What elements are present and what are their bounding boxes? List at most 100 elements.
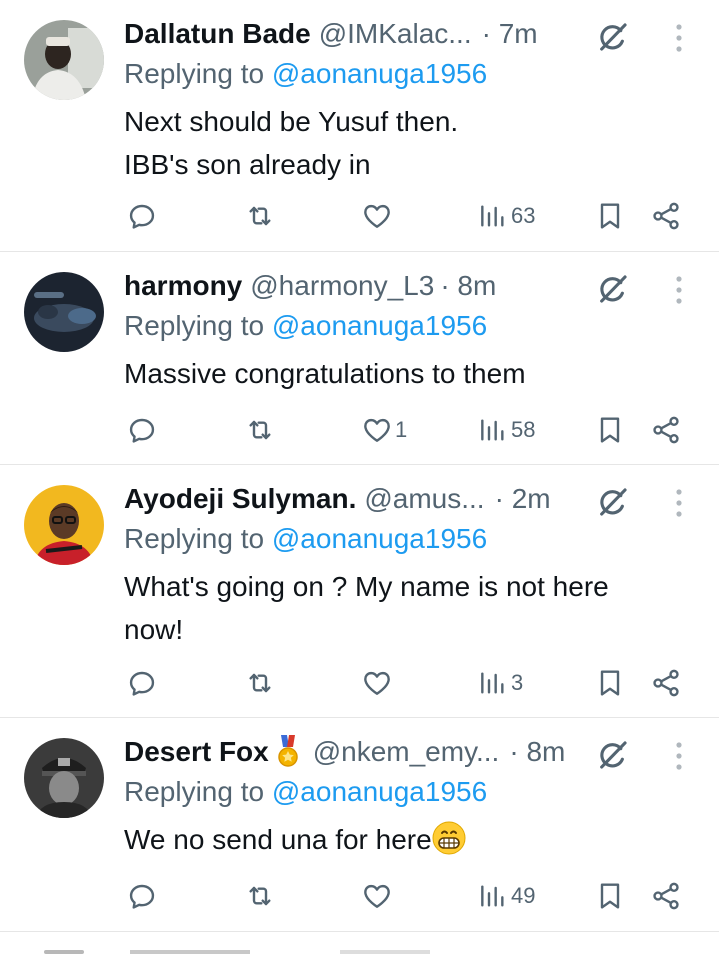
grok-icon[interactable] <box>596 272 630 306</box>
avatar[interactable] <box>24 272 104 352</box>
views-icon <box>477 667 509 699</box>
grok-icon[interactable] <box>596 738 630 772</box>
replying-prefix: Replying to <box>124 523 272 554</box>
tweet-header: Ayodeji Sulyman. @amus... · 2m <box>124 479 584 519</box>
bookmark-button[interactable] <box>594 410 626 450</box>
reply-button[interactable] <box>126 196 158 236</box>
heart-icon <box>361 667 393 699</box>
share-button[interactable] <box>650 663 682 703</box>
bookmark-icon <box>594 414 626 446</box>
tweet-text-line: What's going on ? My name is not here <box>124 571 609 602</box>
like-count: 1 <box>395 417 408 442</box>
grok-icon[interactable] <box>596 20 630 54</box>
like-button[interactable] <box>361 196 395 236</box>
tweet-text-line: IBB's son already in <box>124 149 371 180</box>
tweet-text: Massive congratulations to them <box>124 352 684 395</box>
bookmark-icon <box>594 880 626 912</box>
views-button[interactable]: 63 <box>477 196 535 236</box>
tweet-text-line: Next should be Yusuf then. <box>124 106 459 137</box>
username[interactable]: @harmony_L3 <box>250 270 434 302</box>
mention-link[interactable]: @aonanuga1956 <box>272 310 487 341</box>
tweet-header: harmony @harmony_L3 · 8m <box>124 266 584 306</box>
views-icon <box>477 200 509 232</box>
tweet-card[interactable]: Ayodeji Sulyman. @amus... · 2m Replying … <box>0 465 719 718</box>
replying-prefix: Replying to <box>124 776 272 807</box>
tweet-text: We no send una for here <box>124 818 684 861</box>
username[interactable]: @IMKalac... <box>319 18 472 50</box>
more-vertical-icon[interactable] <box>664 270 694 310</box>
mention-link[interactable]: @aonanuga1956 <box>272 523 487 554</box>
like-button[interactable] <box>361 663 395 703</box>
reply-button[interactable] <box>126 410 158 450</box>
mention-link[interactable]: @aonanuga1956 <box>272 58 487 89</box>
medal-emoji-icon <box>277 735 298 767</box>
more-vertical-icon[interactable] <box>664 736 694 776</box>
share-icon <box>650 880 682 912</box>
bookmark-button[interactable] <box>594 663 626 703</box>
display-name[interactable]: Ayodeji Sulyman. <box>124 483 356 515</box>
retweet-icon <box>244 200 276 232</box>
avatar[interactable] <box>24 738 104 818</box>
share-button[interactable] <box>650 876 682 916</box>
like-button[interactable]: 1 <box>361 410 407 450</box>
reply-button[interactable] <box>126 663 158 703</box>
replying-prefix: Replying to <box>124 310 272 341</box>
username[interactable]: @amus... <box>364 483 484 515</box>
tweet-card[interactable]: Desert Fox @nkem_emy... · 8m Replying to… <box>0 718 719 932</box>
avatar[interactable] <box>24 20 104 100</box>
reply-icon <box>126 667 158 699</box>
views-button[interactable]: 49 <box>477 876 535 916</box>
mention-link[interactable]: @aonanuga1956 <box>272 776 487 807</box>
retweet-button[interactable] <box>244 196 276 236</box>
share-button[interactable] <box>650 410 682 450</box>
tweet-text: What's going on ? My name is not here no… <box>124 565 684 651</box>
share-icon <box>650 414 682 446</box>
replying-prefix: Replying to <box>124 58 272 89</box>
retweet-icon <box>244 667 276 699</box>
timestamp[interactable]: · 8m <box>509 736 565 768</box>
action-bar: 63 <box>0 196 719 236</box>
bookmark-button[interactable] <box>594 196 626 236</box>
replying-to: Replying to @aonanuga1956 <box>124 776 487 808</box>
timestamp[interactable]: · 7m <box>482 18 538 50</box>
grok-icon[interactable] <box>596 485 630 519</box>
views-icon <box>477 414 509 446</box>
reply-button[interactable] <box>126 876 158 916</box>
tweet-card-partial[interactable] <box>0 932 719 954</box>
view-count: 49 <box>511 883 536 908</box>
retweet-button[interactable] <box>244 876 276 916</box>
like-button[interactable] <box>361 876 395 916</box>
display-name[interactable]: harmony <box>124 270 242 302</box>
views-icon <box>477 880 509 912</box>
share-icon <box>650 200 682 232</box>
reply-icon <box>126 414 158 446</box>
retweet-icon <box>244 414 276 446</box>
bookmark-icon <box>594 667 626 699</box>
retweet-icon <box>244 880 276 912</box>
tweet-card[interactable]: harmony @harmony_L3 · 8m Replying to @ao… <box>0 252 719 465</box>
more-vertical-icon[interactable] <box>664 483 694 523</box>
bookmark-button[interactable] <box>594 876 626 916</box>
grinning-face-emoji-icon <box>432 821 466 855</box>
timestamp[interactable]: · 8m <box>440 270 496 302</box>
tweet-card[interactable]: Dallatun Bade @IMKalac... · 7m Replying … <box>0 0 719 252</box>
view-count: 63 <box>511 203 536 228</box>
display-name[interactable]: Dallatun Bade <box>124 18 311 50</box>
action-bar: 3 <box>0 663 719 703</box>
share-icon <box>650 667 682 699</box>
retweet-button[interactable] <box>244 410 276 450</box>
avatar[interactable] <box>24 485 104 565</box>
tweet-text-line: We no send una for here <box>124 824 432 855</box>
replying-to: Replying to @aonanuga1956 <box>124 58 487 90</box>
username[interactable]: @nkem_emy... <box>313 736 500 768</box>
heart-icon <box>361 880 393 912</box>
timestamp[interactable]: · 2m <box>495 483 551 515</box>
views-button[interactable]: 3 <box>477 663 523 703</box>
display-name[interactable]: Desert Fox <box>124 736 269 768</box>
views-button[interactable]: 58 <box>477 410 535 450</box>
heart-icon <box>361 200 393 232</box>
more-vertical-icon[interactable] <box>664 18 694 58</box>
heart-icon <box>361 414 393 446</box>
retweet-button[interactable] <box>244 663 276 703</box>
share-button[interactable] <box>650 196 682 236</box>
